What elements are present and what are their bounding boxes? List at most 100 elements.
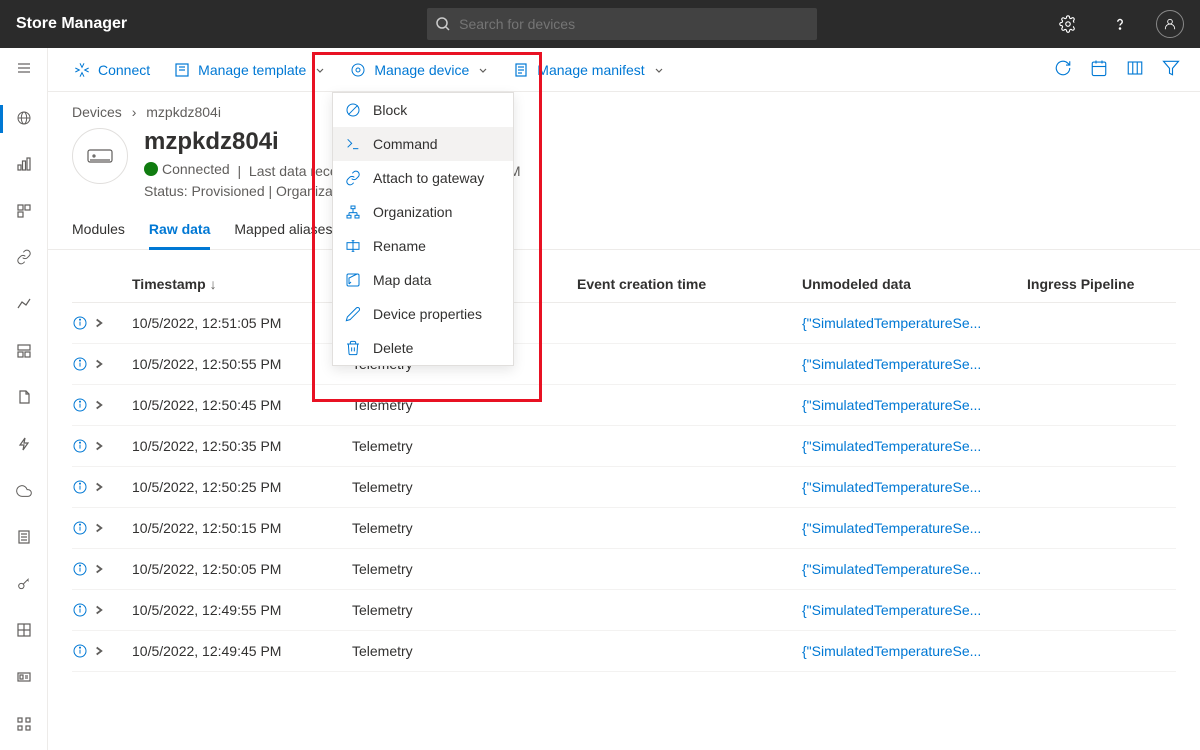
manage-device-button[interactable]: Manage device	[344, 58, 495, 82]
chevron-right-icon[interactable]	[92, 562, 106, 576]
info-icon[interactable]	[72, 602, 88, 618]
cell-unmodeled[interactable]: {"SimulatedTemperatureSe...	[802, 438, 1027, 454]
cell-unmodeled[interactable]: {"SimulatedTemperatureSe...	[802, 315, 1027, 331]
app-title: Store Manager	[16, 15, 127, 33]
table-row[interactable]: 10/5/2022, 12:50:15 PM Telemetry {"Simul…	[72, 508, 1176, 549]
nav-list[interactable]	[8, 523, 40, 552]
dropdown-map-data[interactable]: Map data	[333, 263, 513, 297]
info-icon[interactable]	[72, 356, 88, 372]
refresh-icon	[1054, 59, 1072, 77]
chevron-right-icon[interactable]	[92, 644, 106, 658]
dropdown-organization[interactable]: Organization	[333, 195, 513, 229]
breadcrumb-root[interactable]: Devices	[72, 104, 122, 120]
search-box[interactable]	[427, 8, 817, 40]
nav-dashboard[interactable]	[8, 103, 40, 132]
cell-type: Telemetry	[352, 397, 577, 413]
cell-timestamp: 10/5/2022, 12:50:45 PM	[132, 397, 352, 413]
cell-unmodeled[interactable]: {"SimulatedTemperatureSe...	[802, 643, 1027, 659]
table-row[interactable]: 10/5/2022, 12:49:55 PM Telemetry {"Simul…	[72, 590, 1176, 631]
dropdown-block[interactable]: Block	[333, 93, 513, 127]
nav-panel[interactable]	[8, 336, 40, 365]
chevron-right-icon[interactable]	[92, 439, 106, 453]
chevron-right-icon[interactable]	[92, 357, 106, 371]
table-row[interactable]: 10/5/2022, 12:50:25 PM Telemetry {"Simul…	[72, 467, 1176, 508]
cell-timestamp: 10/5/2022, 12:50:55 PM	[132, 356, 352, 372]
template-icon	[174, 62, 190, 78]
dropdown-command[interactable]: Command	[333, 127, 513, 161]
chevron-right-icon[interactable]	[92, 603, 106, 617]
dropdown-device-properties[interactable]: Device properties	[333, 297, 513, 331]
device-header: mzpkdz804i Connected | Last data receive…	[48, 128, 1200, 211]
cell-unmodeled[interactable]: {"SimulatedTemperatureSe...	[802, 602, 1027, 618]
nav-line[interactable]	[8, 290, 40, 319]
info-icon[interactable]	[72, 520, 88, 536]
nav-chain[interactable]	[8, 243, 40, 272]
nav-device-groups[interactable]	[8, 197, 40, 226]
info-icon[interactable]	[72, 438, 88, 454]
info-icon[interactable]	[72, 561, 88, 577]
hamburger-icon	[16, 60, 32, 76]
search-input[interactable]	[459, 16, 809, 32]
chevron-right-icon[interactable]	[92, 398, 106, 412]
cell-unmodeled[interactable]: {"SimulatedTemperatureSe...	[802, 356, 1027, 372]
chevron-right-icon[interactable]	[92, 316, 106, 330]
nav-analytics[interactable]	[8, 150, 40, 179]
person-icon	[1163, 17, 1177, 31]
table-row[interactable]: 10/5/2022, 12:50:45 PM Telemetry {"Simul…	[72, 385, 1176, 426]
table-row[interactable]: 10/5/2022, 12:49:45 PM Telemetry {"Simul…	[72, 631, 1176, 672]
cell-unmodeled[interactable]: {"SimulatedTemperatureSe...	[802, 479, 1027, 495]
cell-type: Telemetry	[352, 643, 577, 659]
dropdown-attach[interactable]: Attach to gateway	[333, 161, 513, 195]
status-badge: Connected	[144, 161, 230, 177]
table-header: Timestamp↓ Message type Event creation t…	[72, 266, 1176, 303]
cell-unmodeled[interactable]: {"SimulatedTemperatureSe...	[802, 397, 1027, 413]
info-icon[interactable]	[72, 397, 88, 413]
help-button[interactable]	[1104, 8, 1136, 40]
help-icon	[1111, 15, 1129, 33]
table-row[interactable]: 10/5/2022, 12:51:05 PM Telemetry {"Simul…	[72, 303, 1176, 344]
refresh-button[interactable]	[1054, 59, 1072, 80]
table-row[interactable]: 10/5/2022, 12:50:55 PM Telemetry {"Simul…	[72, 344, 1176, 385]
nav-toggle[interactable]	[8, 56, 40, 85]
col-event-creation[interactable]: Event creation time	[577, 276, 802, 292]
nav-export[interactable]	[8, 383, 40, 412]
col-unmodeled[interactable]: Unmodeled data	[802, 276, 1027, 292]
nav-key[interactable]	[8, 570, 40, 599]
info-icon[interactable]	[72, 479, 88, 495]
manage-manifest-button[interactable]: Manage manifest	[507, 58, 670, 82]
manage-template-button[interactable]: Manage template	[168, 58, 332, 82]
connect-button[interactable]: Connect	[68, 58, 156, 82]
nav-cloud[interactable]	[8, 476, 40, 505]
cell-unmodeled[interactable]: {"SimulatedTemperatureSe...	[802, 520, 1027, 536]
nav-templates[interactable]	[8, 663, 40, 692]
col-timestamp[interactable]: Timestamp↓	[132, 276, 352, 292]
tab-mapped-aliases[interactable]: Mapped aliases	[234, 211, 332, 249]
cell-unmodeled[interactable]: {"SimulatedTemperatureSe...	[802, 561, 1027, 577]
info-icon[interactable]	[72, 643, 88, 659]
chevron-right-icon[interactable]	[92, 480, 106, 494]
chevron-right-icon[interactable]	[92, 521, 106, 535]
chevron-down-icon	[477, 64, 489, 76]
cell-type: Telemetry	[352, 438, 577, 454]
layout-icon	[16, 622, 32, 638]
chevron-down-icon	[653, 64, 665, 76]
search-icon	[435, 16, 451, 32]
col-ingress[interactable]: Ingress Pipeline	[1027, 276, 1200, 292]
settings-button[interactable]	[1052, 8, 1084, 40]
device-avatar	[72, 128, 128, 184]
calendar-button[interactable]	[1090, 59, 1108, 80]
dropdown-rename[interactable]: Rename	[333, 229, 513, 263]
nav-apps[interactable]	[8, 709, 40, 738]
tab-modules[interactable]: Modules	[72, 211, 125, 249]
avatar[interactable]	[1156, 10, 1184, 38]
main-content: Connect Manage template Manage device Ma…	[48, 48, 1200, 750]
table-row[interactable]: 10/5/2022, 12:50:05 PM Telemetry {"Simul…	[72, 549, 1176, 590]
filter-button[interactable]	[1162, 59, 1180, 80]
nav-layout[interactable]	[8, 616, 40, 645]
dropdown-delete[interactable]: Delete	[333, 331, 513, 365]
columns-button[interactable]	[1126, 59, 1144, 80]
table-row[interactable]: 10/5/2022, 12:50:35 PM Telemetry {"Simul…	[72, 426, 1176, 467]
tab-raw-data[interactable]: Raw data	[149, 211, 210, 250]
info-icon[interactable]	[72, 315, 88, 331]
nav-lightning[interactable]	[8, 430, 40, 459]
